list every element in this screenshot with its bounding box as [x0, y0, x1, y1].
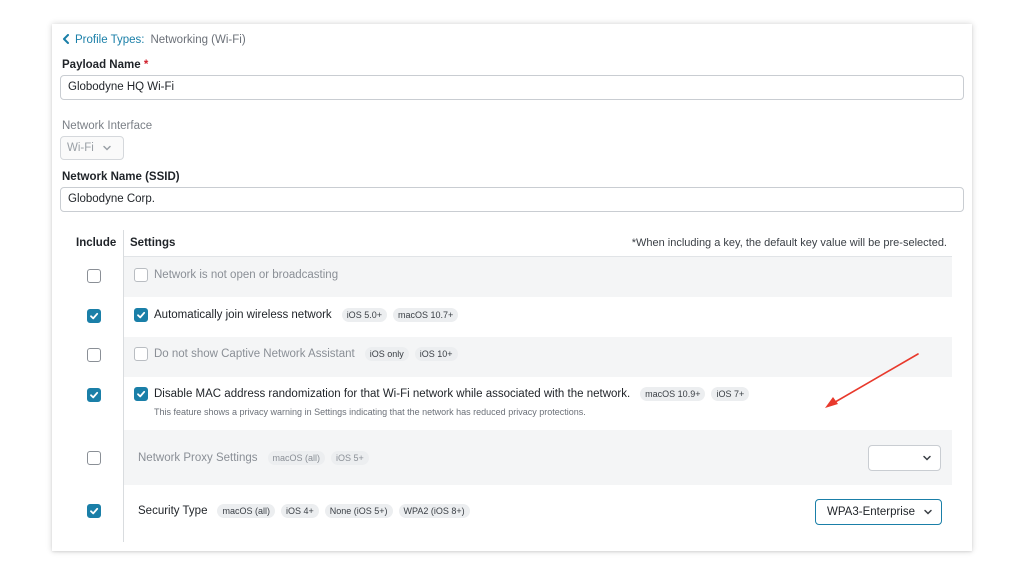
platform-tag: macOS (all) [267, 451, 326, 465]
checkmark-icon [90, 312, 99, 320]
platform-tag: iOS 7+ [711, 387, 750, 401]
platform-tag: iOS 4+ [280, 504, 319, 518]
settings-header: Settings [130, 237, 176, 249]
setting-label: Security Type [138, 505, 208, 517]
setting-checkbox[interactable] [134, 387, 148, 401]
include-header: Include [76, 237, 117, 249]
proxy-settings-select[interactable] [868, 445, 941, 471]
platform-tag: macOS (all) [217, 504, 275, 518]
platform-tag: WPA2 (iOS 8+) [398, 504, 470, 518]
security-type-value: WPA3-Enterprise [827, 506, 915, 518]
checkmark-icon [90, 391, 99, 399]
include-checkbox[interactable] [87, 451, 101, 465]
chevron-down-icon [103, 145, 111, 151]
platform-tag: macOS 10.7+ [392, 308, 459, 322]
payload-name-label-text: Payload Name [62, 59, 141, 71]
platform-tag: macOS 10.9+ [640, 387, 706, 401]
breadcrumb-current: Networking (Wi-Fi) [150, 34, 246, 46]
setting-checkbox[interactable] [134, 308, 148, 322]
required-mark: * [143, 59, 149, 71]
setting-label: Network is not open or broadcasting [154, 269, 339, 281]
column-divider [123, 230, 124, 542]
setting-item: Network is not open or broadcasting [134, 268, 338, 282]
network-interface-label: Network Interface [62, 120, 153, 132]
include-checkbox[interactable] [87, 504, 101, 518]
setting-checkbox[interactable] [134, 347, 148, 361]
ssid-input[interactable]: Globodyne Corp. [60, 187, 964, 212]
setting-label: Do not show Captive Network Assistant [154, 348, 355, 360]
setting-item: Security Type macOS (all) iOS 4+ None (i… [138, 504, 470, 518]
include-checkbox[interactable] [87, 269, 101, 283]
profile-card: Profile Types: Networking (Wi-Fi) Payloa… [52, 24, 972, 551]
platform-tag: iOS only [364, 347, 409, 361]
security-type-select[interactable]: WPA3-Enterprise [815, 499, 942, 525]
setting-label: Disable MAC address randomization for th… [154, 388, 631, 400]
include-checkbox[interactable] [87, 309, 101, 323]
setting-label: Network Proxy Settings [138, 452, 258, 464]
chevron-down-icon [924, 509, 932, 515]
platform-tag: iOS 5.0+ [341, 308, 387, 322]
platform-tag: None (iOS 5+) [324, 504, 393, 518]
ssid-label: Network Name (SSID) [62, 171, 180, 183]
setting-label: Automatically join wireless network [154, 309, 332, 321]
network-interface-value: Wi-Fi [67, 142, 94, 154]
setting-item: Automatically join wireless network iOS … [134, 308, 459, 322]
default-key-note: *When including a key, the default key v… [631, 237, 947, 249]
privacy-warning-note: This feature shows a privacy warning in … [154, 407, 586, 417]
checkmark-icon [137, 311, 146, 319]
setting-item: Network Proxy Settings macOS (all) iOS 5… [138, 451, 369, 465]
setting-checkbox[interactable] [134, 268, 148, 282]
breadcrumb-profile-types-link[interactable]: Profile Types: [75, 34, 144, 46]
payload-name-label: Payload Name * [62, 59, 148, 71]
setting-item: Do not show Captive Network Assistant iO… [134, 347, 458, 361]
setting-item: Disable MAC address randomization for th… [134, 387, 750, 401]
platform-tag: iOS 10+ [414, 347, 458, 361]
include-checkbox[interactable] [87, 348, 101, 362]
checkmark-icon [90, 507, 99, 515]
breadcrumb: Profile Types: Networking (Wi-Fi) [62, 33, 246, 47]
annotation-arrow-icon [825, 353, 919, 408]
network-interface-select: Wi-Fi [60, 136, 124, 160]
platform-tag: iOS 5+ [331, 451, 369, 465]
payload-name-input[interactable]: Globodyne HQ Wi-Fi [60, 75, 964, 100]
chevron-down-icon [923, 455, 931, 461]
include-checkbox[interactable] [87, 388, 101, 402]
checkmark-icon [137, 390, 146, 398]
chevron-left-icon[interactable] [62, 33, 70, 47]
